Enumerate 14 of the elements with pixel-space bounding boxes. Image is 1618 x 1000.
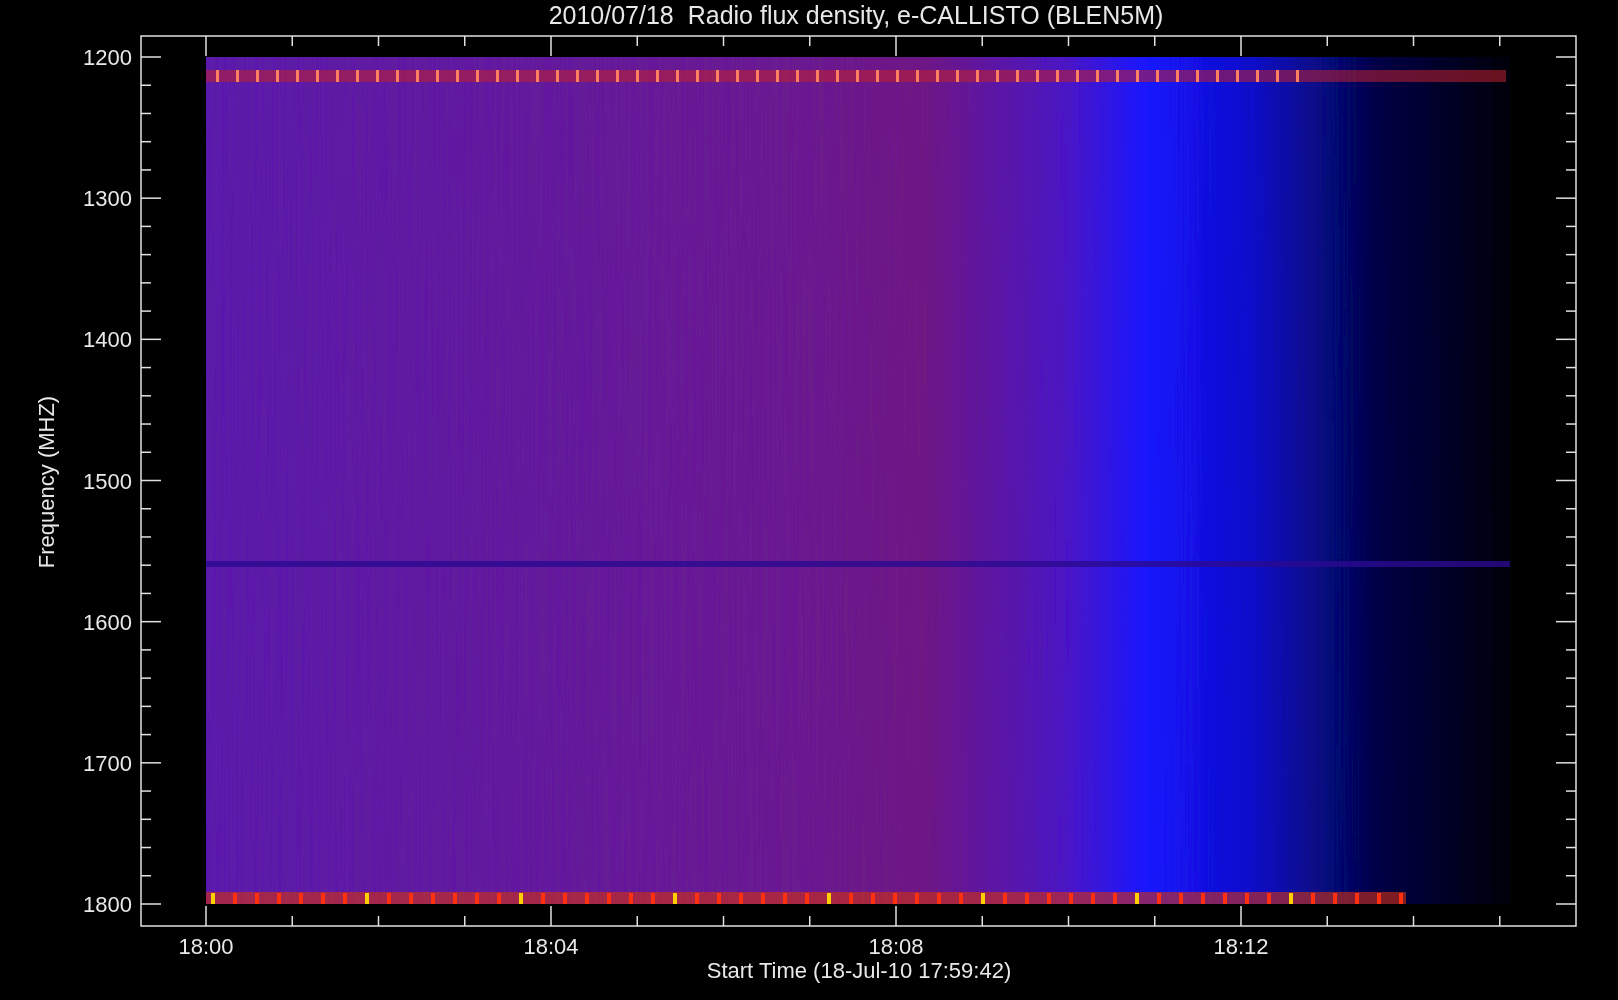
tick-label: 18:00 bbox=[178, 934, 234, 959]
tick-label: 18:12 bbox=[1213, 934, 1269, 959]
tick-label: 1200 bbox=[83, 45, 132, 70]
axis-label: Start Time (18-Jul-10 17:59:42) bbox=[706, 958, 1012, 983]
tick-label: 1700 bbox=[83, 750, 132, 776]
tick-label: 18:04 bbox=[523, 934, 579, 959]
tick-label: 1500 bbox=[83, 468, 132, 494]
chart-title: 2010/07/18 Radio flux density, e-CALLISTO (BLEN5M) bbox=[548, 1, 1164, 29]
tick-label: 18:08 bbox=[868, 934, 924, 959]
axis-label: Frequency (MHZ) bbox=[34, 395, 59, 569]
tick-label: 1300 bbox=[83, 186, 132, 212]
tick-label: 1400 bbox=[83, 327, 132, 353]
tick-label: 1800 bbox=[83, 892, 132, 917]
tick-label: 1600 bbox=[83, 609, 132, 635]
